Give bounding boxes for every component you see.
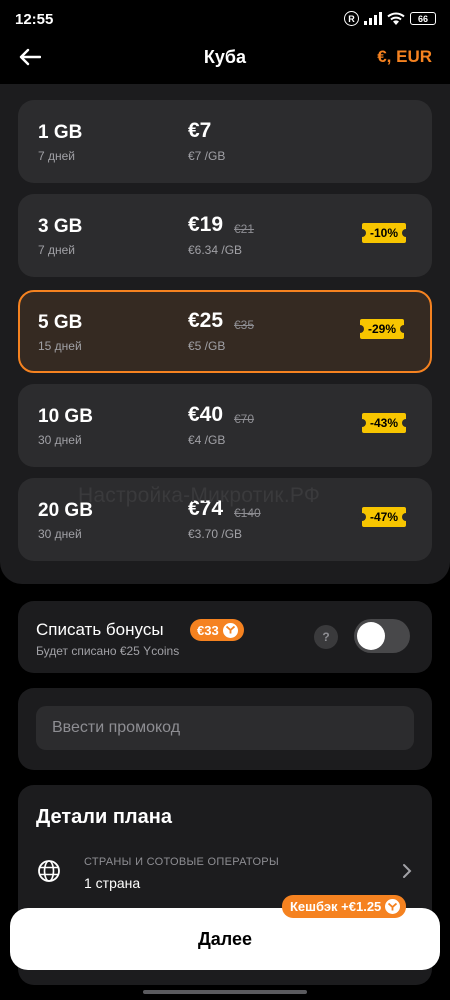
countries-value: 1 страна	[84, 875, 141, 891]
plan-price-per-gb: €4 /GB	[188, 433, 226, 447]
plan-duration: 30 дней	[38, 527, 82, 541]
cashback-text: Кешбэк +€1.25	[290, 899, 382, 914]
discount-badge: -29%	[355, 319, 409, 339]
plan-price-per-gb: €3.70 /GB	[188, 527, 243, 541]
status-icons: R 66	[344, 11, 436, 26]
plan-price: €25	[188, 309, 224, 332]
bonus-balance: €33	[197, 622, 219, 638]
plan-price-per-gb: €6.34 /GB	[188, 243, 243, 257]
details-title: Детали плана	[36, 806, 172, 828]
plan-volume: 5 GB	[38, 312, 83, 333]
countries-label: СТРАНЫ И СОТОВЫЕ ОПЕРАТОРЫ	[84, 856, 279, 868]
plan-price: €19	[188, 213, 224, 236]
plan-duration: 15 дней	[38, 339, 82, 353]
status-time: 12:55	[15, 11, 54, 28]
plans-panel: 1 GB 7 дней €7 €7 /GB 3 GB 7 дней €19 €2…	[0, 84, 450, 584]
plan-old-price: €21	[234, 222, 255, 236]
bonus-title: Списать бонусы	[36, 620, 164, 639]
globe-icon	[38, 860, 60, 882]
plan-duration: 7 дней	[38, 243, 76, 257]
battery-icon: 66	[410, 12, 436, 25]
promo-card	[18, 688, 432, 770]
watermark: Настройка-Микротик.РФ	[78, 484, 320, 507]
signal-icon	[364, 12, 382, 25]
plan-volume: 10 GB	[38, 406, 93, 427]
bonus-card: Списать бонусы €33 Будет списано €25 Yco…	[18, 601, 432, 673]
status-bar: 12:55 R 66	[0, 0, 450, 40]
plan-price: €40	[188, 403, 224, 426]
plan-duration: 30 дней	[38, 433, 82, 447]
plan-old-price: €70	[234, 412, 255, 426]
bonus-toggle[interactable]	[354, 619, 410, 653]
plan-price-per-gb: €5 /GB	[188, 339, 226, 353]
registered-icon: R	[344, 11, 359, 26]
cashback-badge: Кешбэк +€1.25	[282, 895, 407, 918]
plan-card-1gb[interactable]: 1 GB 7 дней €7 €7 /GB	[18, 100, 432, 183]
plan-card-10gb[interactable]: 10 GB 30 дней €40 €70 €4 /GB -43%	[18, 384, 432, 467]
coin-icon	[222, 622, 238, 638]
discount-badge: -10%	[357, 223, 411, 243]
plan-volume: 1 GB	[38, 122, 83, 143]
chevron-right-icon	[403, 864, 412, 878]
footer-bar: Далее Кешбэк +€1.25	[0, 895, 450, 1000]
help-button[interactable]: ?	[314, 625, 338, 649]
plan-price-per-gb: €7 /GB	[188, 149, 226, 163]
plan-price: €7	[188, 119, 212, 142]
plan-volume: 3 GB	[38, 216, 83, 237]
wifi-icon	[387, 12, 405, 25]
plan-old-price: €35	[234, 318, 255, 332]
promo-code-input[interactable]	[36, 706, 414, 750]
countries-row[interactable]: СТРАНЫ И СОТОВЫЕ ОПЕРАТОРЫ 1 страна	[18, 843, 432, 899]
plan-old-price: €140	[234, 506, 261, 520]
bonus-subtitle: Будет списано €25 Ycoins	[36, 644, 180, 658]
toggle-knob	[357, 622, 385, 650]
currency-selector[interactable]: €, EUR	[377, 47, 432, 67]
header: Куба €, EUR	[0, 40, 450, 76]
discount-badge: -47%	[357, 507, 411, 527]
plan-card-3gb[interactable]: 3 GB 7 дней €19 €21 €6.34 /GB -10%	[18, 194, 432, 277]
bonus-balance-chip: €33	[190, 619, 244, 641]
plan-card-5gb[interactable]: 5 GB 15 дней €25 €35 €5 /GB -29%	[18, 290, 432, 373]
discount-badge: -43%	[357, 413, 411, 433]
home-indicator	[143, 990, 307, 994]
coin-icon	[385, 899, 401, 914]
plan-duration: 7 дней	[38, 149, 76, 163]
